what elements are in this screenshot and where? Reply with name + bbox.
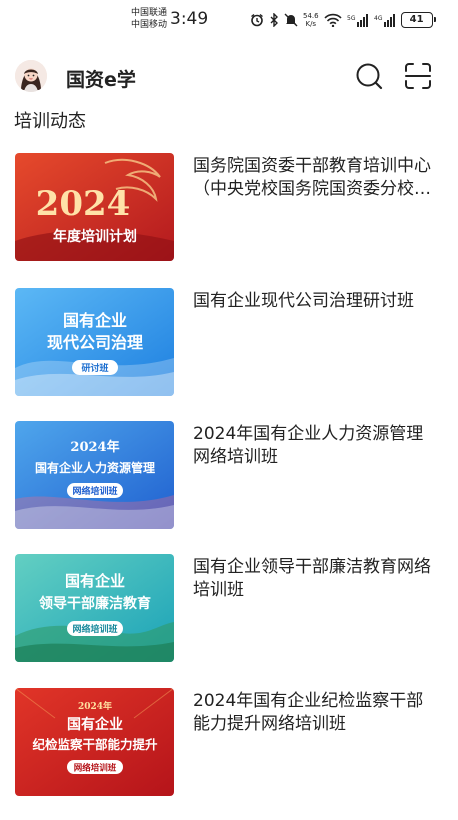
app-header: 国资e学 xyxy=(0,55,458,99)
net-speed: 54.6 K/s xyxy=(303,12,319,28)
bluetooth-icon xyxy=(270,13,278,27)
scan-button[interactable] xyxy=(402,60,434,92)
thumb-text: 年度培训计划 xyxy=(53,228,137,245)
net-speed-value: 54.6 xyxy=(303,12,319,20)
status-bar: 中国联通 中国移动 3:49 54.6 K/s 5G 4G 41 xyxy=(0,0,458,40)
carrier-names: 中国联通 中国移动 xyxy=(131,7,167,31)
status-icons: 54.6 K/s 5G 4G 41 xyxy=(250,9,436,31)
mute-icon xyxy=(284,13,298,27)
svg-text:5G: 5G xyxy=(347,15,356,22)
thumb-text: 领导干部廉洁教育 xyxy=(39,595,151,612)
course-thumbnail: 2024年 国有企业人力资源管理 网络培训班 xyxy=(15,421,174,529)
signal-5g-icon: 5G xyxy=(347,14,368,27)
section-title: 培训动态 xyxy=(14,111,86,132)
thumb-text: 2024年 xyxy=(78,700,112,712)
course-title: 国务院国资委干部教育培训中心（中央党校国务院国资委分校）2024年度培训计划 xyxy=(193,156,431,199)
thumb-badge: 网络培训班 xyxy=(74,763,117,774)
course-item[interactable]: 国有企业 现代公司治理 研讨班 国有企业现代公司治理研讨班 xyxy=(0,288,458,398)
svg-text:4G: 4G xyxy=(374,15,383,22)
course-thumbnail: 国有企业 领导干部廉洁教育 网络培训班 xyxy=(15,554,174,662)
thumb-text: 国有企业 xyxy=(67,716,123,733)
course-thumbnail: 国有企业 现代公司治理 研讨班 xyxy=(15,288,174,396)
course-title: 2024年国有企业人力资源管理网络培训班 xyxy=(193,424,424,467)
carrier-2: 中国移动 xyxy=(131,20,168,30)
signal-4g-icon: 4G xyxy=(374,14,395,27)
alarm-icon xyxy=(251,13,263,27)
thumb-text: 国有企业 xyxy=(65,572,125,590)
search-icon xyxy=(356,63,383,90)
net-speed-unit: K/s xyxy=(305,20,317,28)
course-title: 国有企业现代公司治理研讨班 xyxy=(193,291,414,311)
thumb-text: 纪检监察干部能力提升 xyxy=(32,737,158,752)
course-item[interactable]: 2024年 国有企业人力资源管理 网络培训班 2024年国有企业人力资源管理网络… xyxy=(0,421,458,531)
course-item[interactable]: 国有企业 领导干部廉洁教育 网络培训班 国有企业领导干部廉洁教育网络培训班 xyxy=(0,554,458,664)
course-item[interactable]: 2024年 国有企业 纪检监察干部能力提升 网络培训班 2024年国有企业纪检监… xyxy=(0,688,458,798)
thumb-text: 2024 xyxy=(36,184,131,224)
course-item[interactable]: 2024 年度培训计划 国务院国资委干部教育培训中心（中央党校国务院国资委分校）… xyxy=(0,153,458,263)
course-thumbnail: 2024年 国有企业 纪检监察干部能力提升 网络培训班 xyxy=(15,688,174,796)
battery-indicator: 41 xyxy=(400,12,436,28)
thumb-badge: 网络培训班 xyxy=(72,485,117,497)
wifi-icon xyxy=(324,13,342,27)
search-button[interactable] xyxy=(353,60,385,92)
course-thumbnail: 2024 年度培训计划 xyxy=(15,153,174,261)
scan-icon xyxy=(405,63,431,89)
thumb-badge: 网络培训班 xyxy=(72,623,117,635)
thumb-text: 2024年 xyxy=(70,439,119,455)
avatar[interactable] xyxy=(15,60,47,92)
thumb-badge: 研讨班 xyxy=(81,362,108,374)
carrier-1: 中国联通 xyxy=(131,8,168,18)
avatar-image xyxy=(15,60,47,92)
thumb-text: 国有企业 xyxy=(63,311,127,330)
course-title: 2024年国有企业纪检监察干部能力提升网络培训班 xyxy=(193,691,424,734)
course-title: 国有企业领导干部廉洁教育网络培训班 xyxy=(193,557,431,600)
thumb-text: 现代公司治理 xyxy=(47,333,143,352)
thumb-text: 国有企业人力资源管理 xyxy=(35,460,155,475)
app-title: 国资e学 xyxy=(66,69,136,91)
status-time: 3:49 xyxy=(170,9,209,29)
